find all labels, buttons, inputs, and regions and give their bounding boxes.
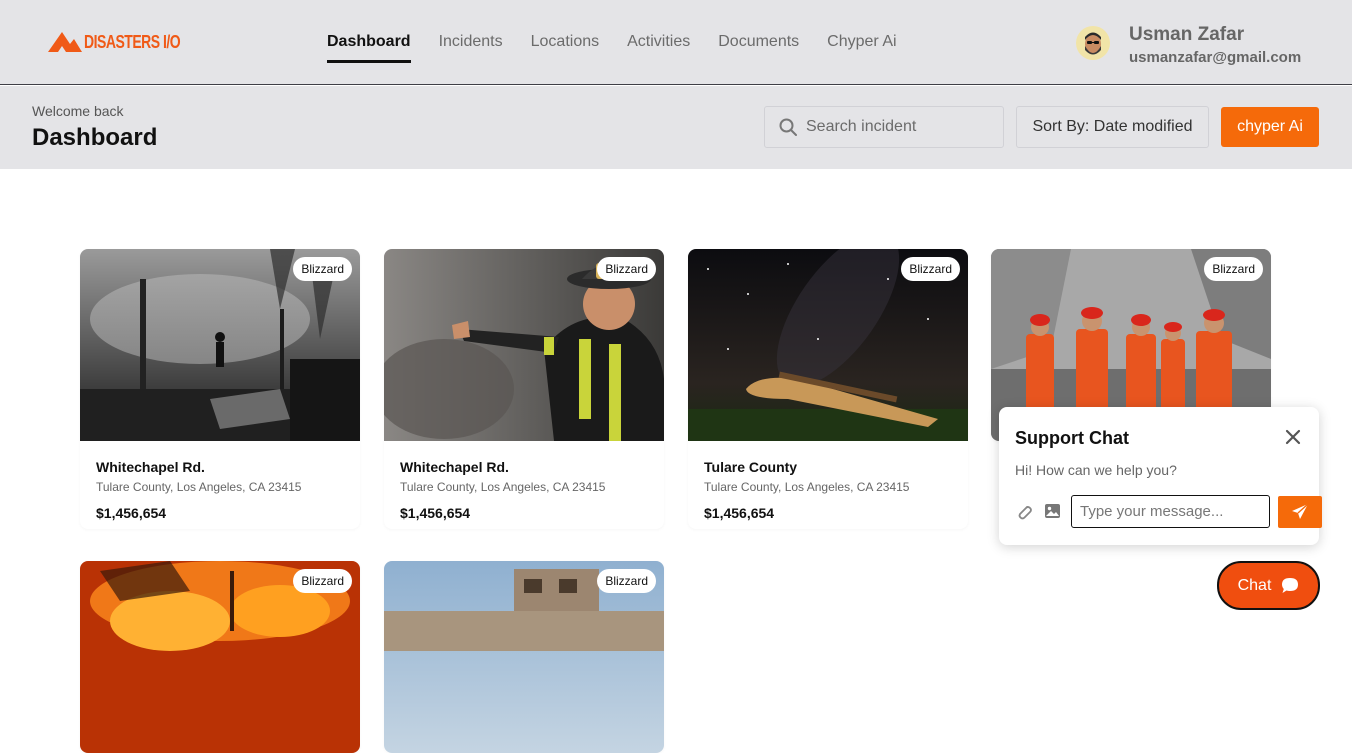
- top-navbar: DISASTERS I/O Dashboard Incidents Locati…: [0, 0, 1352, 85]
- card-address: Tulare County, Los Angeles, CA 23415: [400, 480, 606, 494]
- chyper-ai-button[interactable]: chyper Ai: [1221, 107, 1319, 147]
- avatar[interactable]: [1076, 26, 1110, 60]
- search-icon: [779, 118, 797, 136]
- nav-dashboard[interactable]: Dashboard: [327, 33, 411, 63]
- card-price: $1,456,654: [400, 505, 471, 521]
- incident-image: Blizzard: [80, 561, 360, 753]
- nav-chyper-ai[interactable]: Chyper Ai: [827, 33, 896, 63]
- logo-text: DISASTERS I/O: [84, 30, 181, 52]
- incident-card[interactable]: Blizzard: [384, 561, 664, 753]
- incident-card[interactable]: Blizzard Whitechapel Rd. Tulare County, …: [80, 249, 360, 529]
- incident-card[interactable]: Blizzard: [80, 561, 360, 753]
- incident-image: Blizzard: [384, 561, 664, 753]
- close-icon[interactable]: [1285, 429, 1301, 445]
- support-chat-title: Support Chat: [1015, 428, 1129, 448]
- disaster-type-badge: Blizzard: [293, 257, 352, 281]
- app-logo[interactable]: DISASTERS I/O: [48, 30, 181, 52]
- disaster-type-badge: Blizzard: [293, 569, 352, 593]
- disaster-type-badge: Blizzard: [597, 257, 656, 281]
- user-profile[interactable]: Usman Zafar usmanzafar@gmail.com: [1076, 24, 1301, 66]
- disaster-type-badge: Blizzard: [1204, 257, 1263, 281]
- card-title: Tulare County: [704, 459, 798, 475]
- nav-incidents[interactable]: Incidents: [439, 33, 503, 63]
- chat-toggle-button[interactable]: Chat: [1217, 561, 1320, 610]
- chat-message-input[interactable]: [1071, 495, 1270, 528]
- user-email: usmanzafar@gmail.com: [1129, 49, 1302, 66]
- card-title: Whitechapel Rd.: [400, 459, 509, 475]
- card-price: $1,456,654: [704, 505, 775, 521]
- welcome-text: Welcome back: [32, 103, 124, 119]
- incident-image: Blizzard: [688, 249, 968, 441]
- sort-button[interactable]: Sort By: Date modified: [1016, 106, 1209, 148]
- disaster-type-badge: Blizzard: [901, 257, 960, 281]
- nav-activities[interactable]: Activities: [627, 33, 690, 63]
- incident-card[interactable]: Blizzard Tulare County Tulare County, Lo…: [688, 249, 968, 529]
- card-price: $1,456,654: [96, 505, 167, 521]
- support-chat-panel: Support Chat Hi! How can we help you?: [999, 407, 1322, 545]
- incident-image: Blizzard: [384, 249, 664, 441]
- logo-mountain-icon: [48, 32, 82, 52]
- send-button[interactable]: [1278, 496, 1322, 528]
- incident-card[interactable]: Blizzard Whitechapel Rd. Tulare County, …: [384, 249, 664, 529]
- card-title: Whitechapel Rd.: [96, 459, 205, 475]
- incident-image: Blizzard: [80, 249, 360, 441]
- disaster-type-badge: Blizzard: [597, 569, 656, 593]
- paperclip-icon[interactable]: [1015, 503, 1033, 521]
- card-address: Tulare County, Los Angeles, CA 23415: [96, 480, 302, 494]
- main-nav: Dashboard Incidents Locations Activities…: [327, 33, 897, 63]
- search-box[interactable]: [764, 106, 1004, 148]
- page-title: Dashboard: [32, 124, 158, 151]
- chat-bubble-icon: [1282, 578, 1299, 593]
- send-icon: [1292, 503, 1309, 519]
- support-chat-greeting: Hi! How can we help you?: [1015, 462, 1177, 478]
- card-address: Tulare County, Los Angeles, CA 23415: [704, 480, 910, 494]
- page-header: Welcome back Dashboard Sort By: Date mod…: [0, 86, 1352, 169]
- nav-documents[interactable]: Documents: [718, 33, 799, 63]
- nav-locations[interactable]: Locations: [531, 33, 600, 63]
- search-input[interactable]: [806, 118, 986, 136]
- image-icon[interactable]: [1044, 503, 1061, 519]
- user-name: Usman Zafar: [1129, 24, 1245, 45]
- chat-button-label: Chat: [1237, 576, 1272, 594]
